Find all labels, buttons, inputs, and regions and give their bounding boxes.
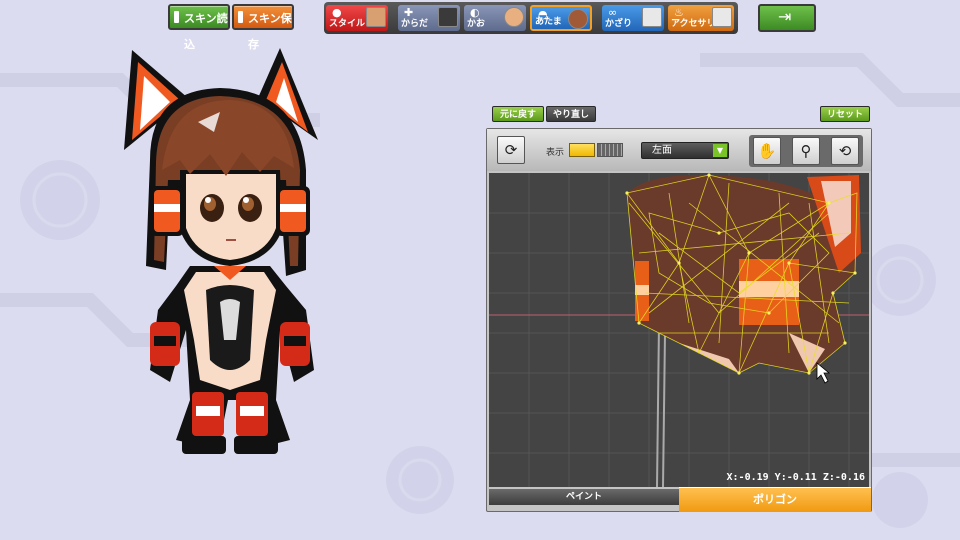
undo-button[interactable]: 元に戻す: [492, 106, 544, 122]
reset-button[interactable]: リセット: [820, 106, 870, 122]
category-tab-bar: ● スタイル ✚ からだ ◐ かお ◓ あたま ∞ かざり ♨ アクセサリ: [324, 2, 738, 34]
redo-button[interactable]: やり直し: [546, 106, 596, 122]
body-thumbnail: [438, 7, 458, 27]
hand-icon: ✋: [757, 142, 777, 160]
pan-hand-button[interactable]: ✋: [753, 137, 781, 165]
chevron-down-icon: ▼: [713, 144, 727, 157]
skin-save-button[interactable]: スキン保存: [232, 4, 294, 51]
3d-viewport[interactable]: X:-0.19 Y:-0.11 Z:-0.16: [489, 173, 869, 487]
style-thumbnail: [366, 7, 386, 27]
camera-reset-icon: ⟲: [838, 142, 852, 160]
rotate-model-button[interactable]: ⟳: [497, 136, 525, 164]
tab-face[interactable]: ◐ かお: [464, 5, 526, 31]
magnifier-icon: ⚲: [800, 142, 812, 160]
exit-button[interactable]: ⇥: [758, 4, 816, 32]
coordinate-readout: X:-0.19 Y:-0.11 Z:-0.16: [726, 472, 865, 483]
camera-tool-group: ✋ ⚲ ⟲: [749, 135, 863, 167]
wireframe-toggle[interactable]: [569, 143, 595, 157]
editor-toolbar: ⟳ 表示 左面 ▼ ✋ ⚲ ⟲: [487, 129, 871, 171]
zoom-button[interactable]: ⚲: [792, 137, 820, 165]
reset-view-button[interactable]: ⟲: [831, 137, 859, 165]
tab-paint[interactable]: ペイント: [489, 489, 679, 505]
skin-load-button[interactable]: スキン読込: [168, 4, 230, 51]
grid-toggle[interactable]: [597, 143, 623, 157]
view-direction-select[interactable]: 左面 ▼: [641, 142, 729, 159]
tab-accessory[interactable]: ♨ アクセサリ: [668, 5, 734, 31]
character-preview[interactable]: [110, 40, 370, 460]
model-editor-panel: ⟳ 表示 左面 ▼ ✋ ⚲ ⟲ X:-0.19 Y:-0.11 Z:-0.16 …: [486, 128, 872, 512]
tab-decoration[interactable]: ∞ かざり: [602, 5, 664, 31]
display-label: 表示: [546, 148, 565, 158]
tab-polygon[interactable]: ポリゴン: [679, 487, 871, 512]
tab-style[interactable]: ● スタイル: [326, 5, 388, 31]
decoration-thumbnail: [642, 7, 662, 27]
head-thumbnail: [568, 9, 588, 29]
exit-door-icon: ⇥: [778, 7, 792, 26]
tab-head[interactable]: ◓ あたま: [530, 5, 592, 31]
face-thumbnail: [504, 7, 524, 27]
rotate-icon: ⟳: [504, 141, 518, 159]
accessory-thumbnail: [712, 7, 732, 27]
tab-body[interactable]: ✚ からだ: [398, 5, 460, 31]
